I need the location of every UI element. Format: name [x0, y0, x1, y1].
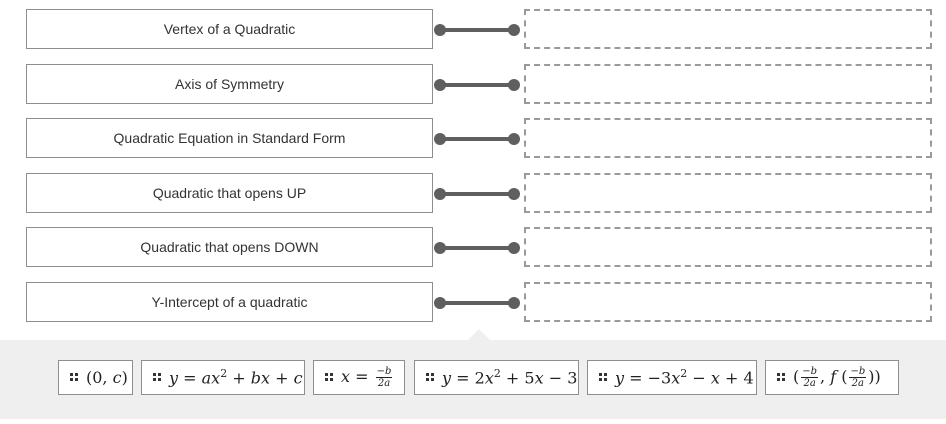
connector-start-dot [434, 188, 446, 200]
drop-zone-opens-down[interactable] [524, 227, 932, 267]
drag-handle-icon [426, 373, 435, 382]
fraction: −b 2a [849, 366, 867, 389]
connector-start-dot [434, 79, 446, 91]
drag-handle-icon [599, 373, 608, 382]
connector [434, 188, 520, 200]
term-y-intercept: Y-Intercept of a quadratic [26, 282, 433, 322]
tile-expression: y = −3x2 − x + 4 [615, 367, 754, 388]
answer-tile-opens-up-equation[interactable]: y = 2x2 + 5x − 3 [414, 360, 579, 395]
match-row: Axis of Symmetry [26, 64, 932, 104]
tile-expression: y = 2x2 + 5x − 3 [442, 367, 578, 388]
drag-handle-icon [325, 373, 334, 382]
tile-expression: (0, c) [86, 368, 128, 387]
term-axis-of-symmetry: Axis of Symmetry [26, 64, 433, 104]
connector-end-dot [508, 242, 520, 254]
connector-end-dot [508, 79, 520, 91]
drop-zone-y-intercept[interactable] [524, 282, 932, 322]
term-opens-up: Quadratic that opens UP [26, 173, 433, 213]
answer-tile-y-intercept-point[interactable]: (0, c) [58, 360, 133, 395]
tile-expression: y = ax2 + bx + c [169, 367, 303, 388]
drag-handle-icon [153, 373, 162, 382]
answer-tray: (0, c) y = ax2 + bx + c x = −b 2a y = 2x2… [0, 329, 946, 419]
drag-handle-icon [70, 373, 79, 382]
connector-start-dot [434, 297, 446, 309]
term-vertex: Vertex of a Quadratic [26, 9, 433, 49]
drop-zone-standard-form[interactable] [524, 118, 932, 158]
connector [434, 79, 520, 91]
match-row: Quadratic that opens UP [26, 173, 932, 213]
fraction: −b 2a [801, 366, 819, 389]
connector-end-dot [508, 188, 520, 200]
match-row: Quadratic Equation in Standard Form [26, 118, 932, 158]
connector [434, 133, 520, 145]
connector-end-dot [508, 133, 520, 145]
connector-start-dot [434, 133, 446, 145]
match-row: Vertex of a Quadratic [26, 9, 932, 49]
drop-zone-axis-of-symmetry[interactable] [524, 64, 932, 104]
connector-start-dot [434, 242, 446, 254]
answer-tile-opens-down-equation[interactable]: y = −3x2 − x + 4 [587, 360, 757, 395]
tile-expression: (−b 2a, f (−b 2a)) [793, 366, 881, 389]
matching-area: Vertex of a Quadratic Axis of Symmetry Q… [0, 0, 946, 340]
connector [434, 297, 520, 309]
tray-pointer [468, 329, 490, 340]
connector [434, 24, 520, 36]
fraction: −b 2a [375, 366, 393, 389]
match-row: Quadratic that opens DOWN [26, 227, 932, 267]
answer-tile-standard-form[interactable]: y = ax2 + bx + c [141, 360, 305, 395]
term-opens-down: Quadratic that opens DOWN [26, 227, 433, 267]
drop-zone-opens-up[interactable] [524, 173, 932, 213]
answer-tile-axis-formula[interactable]: x = −b 2a [313, 360, 405, 395]
connector-start-dot [434, 24, 446, 36]
connector-end-dot [508, 24, 520, 36]
drag-handle-icon [777, 373, 786, 382]
tile-expression: x = −b 2a [341, 366, 393, 389]
connector-end-dot [508, 297, 520, 309]
match-row: Y-Intercept of a quadratic [26, 282, 932, 322]
answer-tile-vertex-formula[interactable]: (−b 2a, f (−b 2a)) [765, 360, 899, 395]
drop-zone-vertex[interactable] [524, 9, 932, 49]
term-standard-form: Quadratic Equation in Standard Form [26, 118, 433, 158]
connector [434, 242, 520, 254]
